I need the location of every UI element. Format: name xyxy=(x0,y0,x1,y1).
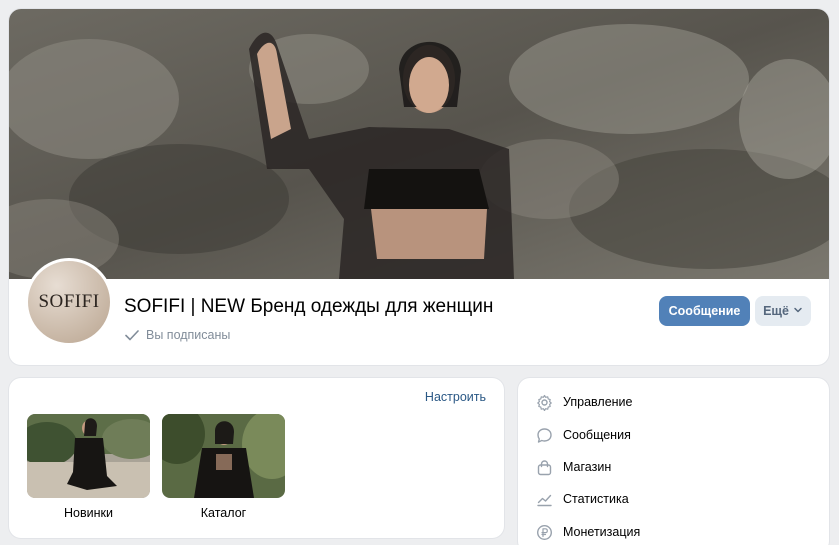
menu-item-label: Монетизация xyxy=(563,525,641,539)
menu-item-label: Управление xyxy=(563,395,633,409)
menu-item-management[interactable]: Управление xyxy=(536,392,633,412)
gear-icon xyxy=(536,394,553,411)
menu-item-monetization[interactable]: Монетизация xyxy=(536,522,640,542)
management-menu: Управление Сообщения Магазин Статистика … xyxy=(518,378,829,545)
check-icon xyxy=(124,327,140,343)
album-label: Каталог xyxy=(200,506,247,520)
menu-item-shop[interactable]: Магазин xyxy=(536,457,611,477)
group-avatar[interactable]: SOFIFI xyxy=(25,258,113,346)
album-label: Новинки xyxy=(64,506,113,520)
album-item[interactable]: Новинки xyxy=(27,414,150,520)
chevron-down-icon xyxy=(793,304,803,318)
album-thumbnail xyxy=(27,414,150,498)
menu-item-label: Магазин xyxy=(563,460,612,474)
configure-link[interactable]: Настроить xyxy=(425,390,486,404)
menu-item-label: Статистика xyxy=(563,492,629,506)
group-title: SOFIFI | NEW Бренд одежды для женщин xyxy=(124,296,494,317)
album-item[interactable]: Каталог xyxy=(162,414,285,520)
menu-item-label: Сообщения xyxy=(563,428,631,442)
cover-image xyxy=(9,9,829,279)
more-button-label: Ещё xyxy=(763,304,789,318)
menu-item-messages[interactable]: Сообщения xyxy=(536,425,631,445)
message-button[interactable]: Сообщение xyxy=(659,296,750,326)
subscription-status[interactable]: Вы подписаны xyxy=(124,327,230,343)
more-button[interactable]: Ещё xyxy=(755,296,811,326)
goods-albums-card: Настроить Новинки Каталог xyxy=(9,378,504,538)
album-thumbnail xyxy=(162,414,285,498)
message-bubble-icon xyxy=(536,427,553,444)
avatar-logo-text: SOFIFI xyxy=(38,291,100,312)
ruble-coin-icon xyxy=(536,524,553,541)
chart-icon xyxy=(536,491,553,508)
menu-item-statistics[interactable]: Статистика xyxy=(536,489,629,509)
shopping-bag-icon xyxy=(536,459,553,476)
group-header-card: SOFIFI SOFIFI | NEW Бренд одежды для жен… xyxy=(9,9,829,365)
subscription-status-label: Вы подписаны xyxy=(146,328,231,342)
